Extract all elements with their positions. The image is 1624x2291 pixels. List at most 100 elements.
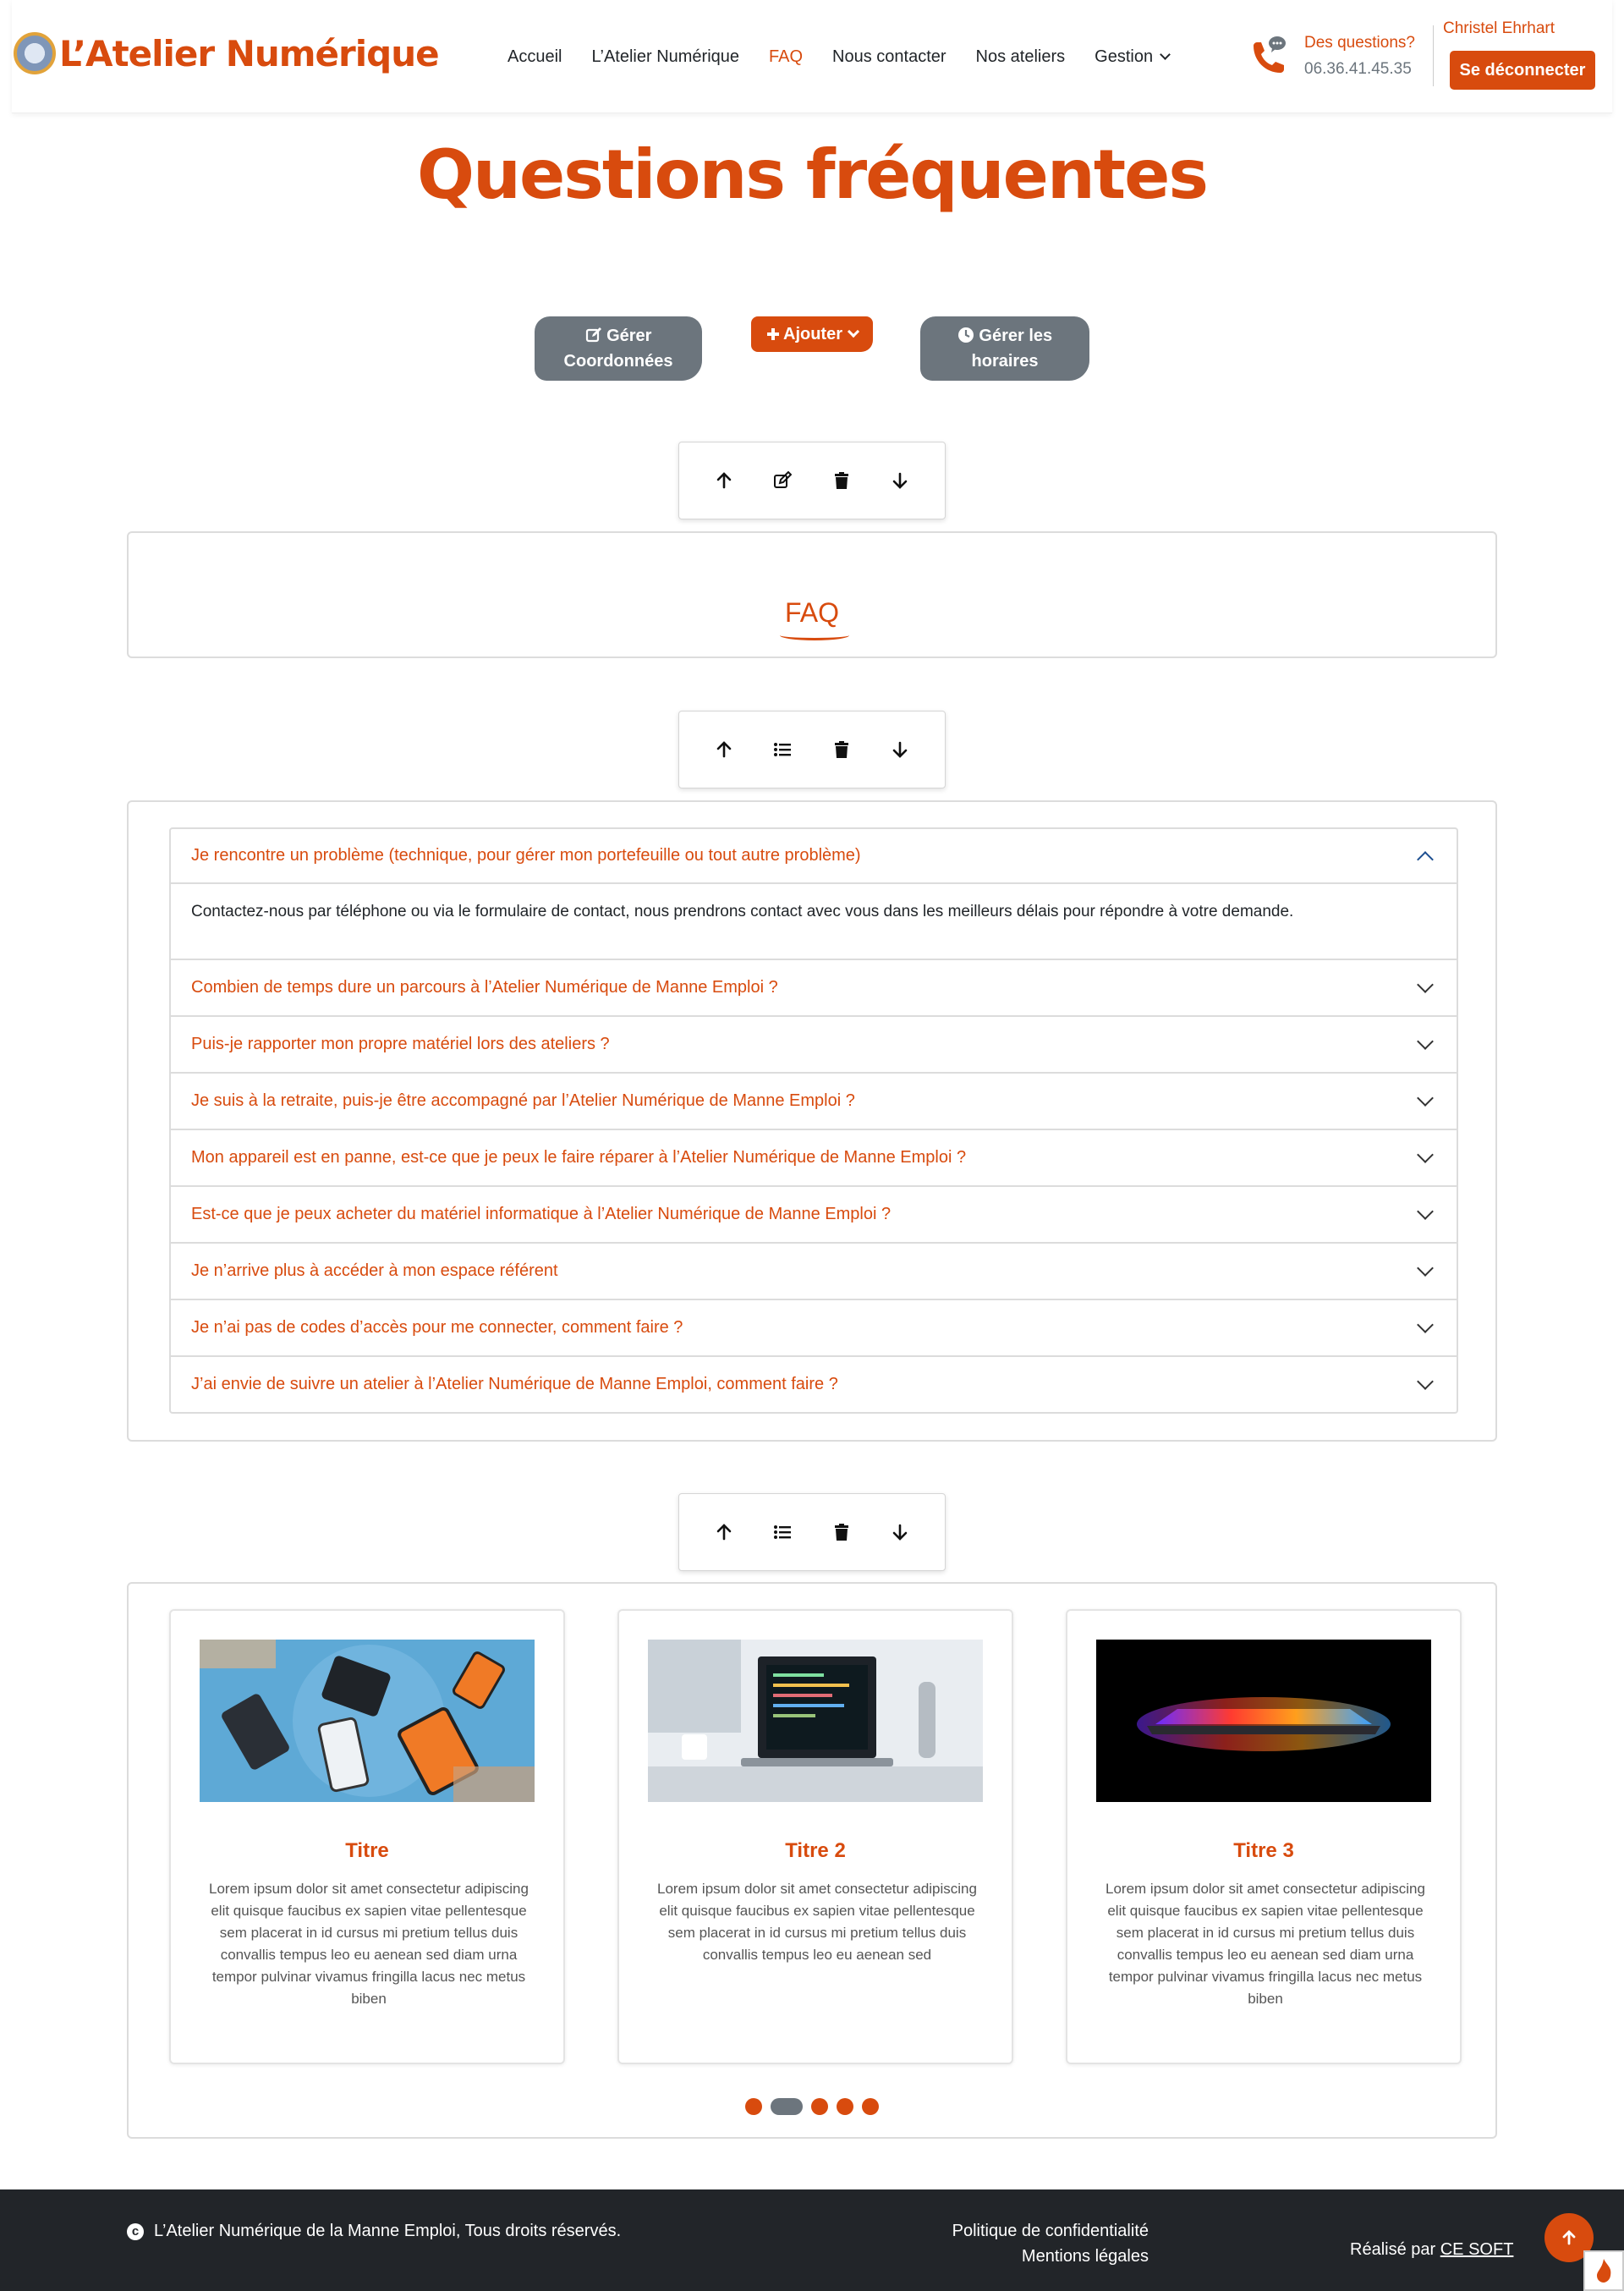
contact-phone[interactable]: 06.36.41.45.35 <box>1304 60 1412 79</box>
accordion-header[interactable]: Je rencontre un problème (technique, pou… <box>171 829 1457 884</box>
copyright: c L’Atelier Numérique de la Manne Emploi… <box>127 2222 621 2241</box>
main-nav: Accueil L’Atelier Numérique FAQ Nous con… <box>508 47 1199 67</box>
accordion-question: Je n’ai pas de codes d’accès pour me con… <box>191 1318 683 1337</box>
manage-contact-label-1: Gérer <box>606 327 652 345</box>
card-title: Titre <box>345 1839 389 1862</box>
manage-hours-label-2: horaires <box>971 352 1039 371</box>
arrow-down-icon[interactable] <box>883 464 917 497</box>
accordion-header[interactable]: Je n’ai pas de codes d’accès pour me con… <box>171 1300 1457 1355</box>
logo-text: L’Atelier Numérique <box>59 32 440 74</box>
clock-icon <box>957 327 974 343</box>
accordion-header[interactable]: J’ai envie de suivre un atelier à l’Atel… <box>171 1357 1457 1412</box>
chevron-down-icon <box>1417 975 1434 993</box>
manage-hours-button[interactable]: Gérer les horaires <box>920 316 1089 381</box>
accordion-question: Puis-je rapporter mon propre matériel lo… <box>191 1035 610 1053</box>
copyright-icon: c <box>127 2222 144 2240</box>
accordion-header[interactable]: Je suis à la retraite, puis-je être acco… <box>171 1074 1457 1129</box>
block-toolbar <box>678 442 946 519</box>
accordion-header[interactable]: Combien de temps dure un parcours à l’At… <box>171 960 1457 1015</box>
faq-heading-underline <box>780 630 849 640</box>
card-title: Titre 2 <box>785 1839 846 1862</box>
manage-contact-button[interactable]: Gérer Coordonnées <box>535 316 702 381</box>
plus-icon <box>767 328 779 340</box>
nav-item-contact[interactable]: Nous contacter <box>832 47 946 67</box>
card-text: Lorem ipsum dolor sit amet consectetur a… <box>209 1881 529 2007</box>
cards-carousel-block: Titre Lorem ipsum dolor sit amet consect… <box>127 1582 1497 2139</box>
nav-item-ateliers[interactable]: Nos ateliers <box>976 47 1066 67</box>
manage-hours-label-1: Gérer les <box>979 327 1053 345</box>
trash-icon[interactable] <box>825 1515 859 1549</box>
carousel-dot[interactable] <box>837 2098 853 2115</box>
site-footer: c L’Atelier Numérique de la Manne Emploi… <box>0 2189 1624 2291</box>
accordion-header[interactable]: Mon appareil est en panne, est-ce que je… <box>171 1130 1457 1185</box>
accordion-item: Je rencontre un problème (technique, pou… <box>171 829 1457 960</box>
arrow-up-icon[interactable] <box>707 1515 741 1549</box>
edit-icon <box>585 327 601 343</box>
chevron-down-icon <box>847 325 860 338</box>
carousel-card[interactable]: Titre 2 Lorem ipsum dolor sit amet conse… <box>617 1609 1013 2064</box>
arrow-down-icon[interactable] <box>883 733 917 766</box>
accordion-header[interactable]: Est-ce que je peux acheter du matériel i… <box>171 1187 1457 1242</box>
accordion-header[interactable]: Je n’arrive plus à accéder à mon espace … <box>171 1244 1457 1299</box>
trash-icon[interactable] <box>825 464 859 497</box>
arrow-up-icon <box>1562 2230 1576 2245</box>
credit-link[interactable]: CE SOFT <box>1440 2240 1514 2259</box>
manage-contact-label-2: Coordonnées <box>563 352 673 371</box>
trash-icon[interactable] <box>825 733 859 766</box>
arrow-up-icon[interactable] <box>707 733 741 766</box>
carousel-indicators <box>129 2098 1495 2115</box>
logout-button[interactable]: Se déconnecter <box>1450 51 1595 90</box>
card-image-laptop <box>648 1640 983 1802</box>
contact-question: Des questions? <box>1304 34 1415 52</box>
credit: Réalisé par CE SOFT <box>1350 2240 1513 2260</box>
nav-item-gestion[interactable]: Gestion <box>1095 47 1171 67</box>
card-text: Lorem ipsum dolor sit amet consectetur a… <box>657 1881 977 1963</box>
arrow-down-icon[interactable] <box>883 1515 917 1549</box>
carousel-dot[interactable] <box>862 2098 879 2115</box>
accordion-header[interactable]: Puis-je rapporter mon propre matériel lo… <box>171 1017 1457 1072</box>
nav-item-accueil[interactable]: Accueil <box>508 47 562 67</box>
faq-heading-block: FAQ <box>127 531 1497 658</box>
footer-links: Politique de confidentialité Mentions lé… <box>930 2218 1149 2269</box>
privacy-link[interactable]: Politique de confidentialité <box>930 2218 1149 2244</box>
accordion-item: Je suis à la retraite, puis-je être acco… <box>171 1074 1457 1130</box>
card-title: Titre 3 <box>1233 1839 1294 1862</box>
nav-item-atelier[interactable]: L’Atelier Numérique <box>591 47 739 67</box>
corner-widget[interactable] <box>1583 2250 1624 2291</box>
legal-link[interactable]: Mentions légales <box>930 2244 1149 2269</box>
copyright-text: L’Atelier Numérique de la Manne Emploi, … <box>154 2222 622 2240</box>
accordion-question: Mon appareil est en panne, est-ce que je… <box>191 1148 967 1167</box>
nav-item-gestion-label: Gestion <box>1095 47 1154 66</box>
faq-accordion: Je rencontre un problème (technique, pou… <box>169 827 1458 1414</box>
chevron-up-icon <box>1417 850 1434 868</box>
card-text: Lorem ipsum dolor sit amet consectetur a… <box>1106 1881 1425 2007</box>
accordion-question: Est-ce que je peux acheter du matériel i… <box>191 1205 892 1223</box>
nav-item-faq[interactable]: FAQ <box>769 47 803 67</box>
list-icon[interactable] <box>765 1515 799 1549</box>
carousel-dot-active[interactable] <box>771 2098 803 2115</box>
logo[interactable]: L’Atelier Numérique <box>14 32 440 74</box>
chevron-down-icon <box>1417 1202 1434 1220</box>
flame-icon <box>1597 2259 1611 2283</box>
carousel-dot[interactable] <box>745 2098 762 2115</box>
user-name: Christel Ehrhart <box>1443 19 1555 37</box>
card-image-tablets <box>200 1640 535 1802</box>
accordion-question: Combien de temps dure un parcours à l’At… <box>191 978 778 997</box>
logo-badge-icon <box>14 32 56 74</box>
edit-icon[interactable] <box>765 464 799 497</box>
chevron-down-icon <box>1417 1032 1434 1050</box>
card-image-laptop-dark <box>1096 1640 1431 1802</box>
phone-icon <box>1254 36 1286 73</box>
chevron-down-icon <box>1417 1259 1434 1277</box>
list-icon[interactable] <box>765 733 799 766</box>
carousel-card[interactable]: Titre Lorem ipsum dolor sit amet consect… <box>169 1609 565 2064</box>
arrow-up-icon[interactable] <box>707 464 741 497</box>
accordion-item: Combien de temps dure un parcours à l’At… <box>171 960 1457 1017</box>
chevron-down-icon <box>1417 1316 1434 1333</box>
add-dropdown-button[interactable]: Ajouter <box>751 316 873 352</box>
page-title: Questions fréquentes <box>417 135 1209 214</box>
carousel-dot[interactable] <box>811 2098 828 2115</box>
chevron-down-icon <box>1417 1372 1434 1390</box>
block-toolbar <box>678 711 946 788</box>
carousel-card[interactable]: Titre 3 Lorem ipsum dolor sit amet conse… <box>1066 1609 1462 2064</box>
